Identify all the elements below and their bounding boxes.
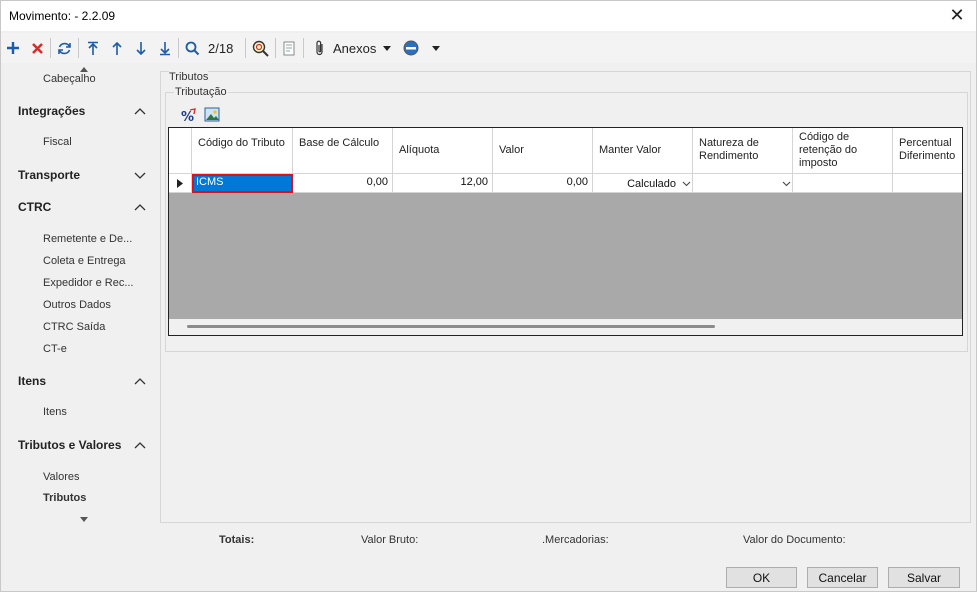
grid-toolbar: % [180, 106, 221, 125]
sidebar-group-tributos-valores[interactable]: Tributos e Valores [18, 438, 121, 452]
grid-header: Código do Tributo Base de Cálculo Alíquo… [169, 128, 962, 174]
title-bar: Movimento: - 2.2.09 ✕ [1, 1, 976, 31]
column-header-natureza[interactable]: Natureza de Rendimento [693, 128, 793, 174]
scrollbar-thumb[interactable] [187, 325, 715, 328]
sidebar-item-remetente[interactable]: Remetente e De... [43, 233, 132, 245]
sidebar-group-transporte[interactable]: Transporte [18, 168, 80, 182]
window-title: Movimento: - 2.2.09 [9, 9, 116, 23]
chevron-down-icon[interactable] [780, 178, 792, 189]
mercadorias-label: .Mercadorias: [542, 534, 609, 546]
subgroup-title: Tributação [174, 86, 228, 98]
dropdown-arrow-icon[interactable] [382, 38, 392, 58]
column-header-manter[interactable]: Manter Valor [593, 128, 693, 174]
save-button[interactable]: Salvar [888, 567, 960, 588]
row-indicator-icon [169, 174, 192, 193]
next-record-icon[interactable] [133, 38, 149, 58]
group-title: Tributos [169, 71, 209, 83]
cell-manter-combo[interactable]: Calculado [593, 174, 693, 193]
report-icon[interactable] [281, 38, 297, 58]
toolbar-separator [178, 38, 179, 58]
sidebar-group-itens[interactable]: Itens [18, 374, 46, 388]
sidebar-group-integracoes[interactable]: Integrações [18, 104, 85, 118]
cell-manter-value: Calculado [627, 177, 676, 190]
view-icon[interactable] [402, 38, 420, 58]
column-header-valor[interactable]: Valor [493, 128, 593, 174]
movimento-window: Movimento: - 2.2.09 ✕ 2/18 Anexos Cabeça… [0, 0, 977, 592]
sidebar-item-itens[interactable]: Itens [43, 406, 67, 418]
tributos-grid: Código do Tributo Base de Cálculo Alíquo… [168, 127, 963, 336]
image-icon[interactable] [204, 106, 221, 124]
toolbar-separator [50, 38, 51, 58]
toolbar-separator [78, 38, 79, 58]
column-header-base[interactable]: Base de Cálculo [293, 128, 393, 174]
column-header-percentual[interactable]: Percentual Diferimento [893, 128, 962, 174]
dropdown-arrow-icon[interactable] [431, 38, 441, 58]
horizontal-scrollbar[interactable] [169, 319, 962, 335]
sidebar-item-fiscal[interactable]: Fiscal [43, 136, 72, 148]
delete-icon[interactable] [29, 38, 45, 58]
scroll-down-icon[interactable] [80, 517, 88, 522]
chevron-up-icon[interactable] [134, 202, 146, 212]
sidebar-item-tributos[interactable]: Tributos [43, 492, 86, 504]
sidebar: Cabeçalho Integrações Fiscal Transporte … [1, 63, 159, 528]
toolbar: 2/18 Anexos [1, 33, 976, 63]
refresh-icon[interactable] [56, 38, 73, 58]
cell-codigo[interactable]: ICMS [192, 174, 293, 193]
valor-documento-label: Valor do Documento: [743, 534, 846, 546]
tributos-panel: Tributos Tributação % Código do Tributo … [160, 71, 971, 523]
chevron-up-icon[interactable] [134, 106, 146, 116]
chevron-down-icon[interactable] [680, 178, 692, 189]
cell-percentual[interactable] [893, 174, 962, 193]
chevron-down-icon[interactable] [134, 170, 146, 180]
valor-bruto-label: Valor Bruto: [361, 534, 419, 546]
cell-natureza-combo[interactable] [693, 174, 793, 193]
toolbar-separator [275, 38, 276, 58]
scroll-up-icon[interactable] [80, 67, 88, 72]
ok-button[interactable]: OK [726, 567, 797, 588]
totals-label: Totais: [219, 534, 255, 546]
last-record-icon[interactable] [157, 38, 173, 58]
sidebar-group-ctrc[interactable]: CTRC [18, 200, 51, 214]
cell-base[interactable]: 0,00 [293, 174, 393, 193]
first-record-icon[interactable] [85, 38, 101, 58]
sidebar-item-coleta[interactable]: Coleta e Entrega [43, 255, 126, 267]
cancel-button[interactable]: Cancelar [807, 567, 878, 588]
column-header-codigo[interactable]: Código do Tributo [192, 128, 293, 174]
chevron-up-icon[interactable] [134, 440, 146, 450]
table-row[interactable]: ICMS 0,00 12,00 0,00 Calculado [169, 174, 962, 193]
toolbar-separator [303, 38, 304, 58]
attachments-button[interactable]: Anexos [333, 41, 376, 56]
sidebar-item-cabecalho[interactable]: Cabeçalho [43, 73, 96, 85]
paperclip-icon[interactable] [313, 38, 327, 58]
column-header-retencao[interactable]: Código de retenção do imposto [793, 128, 893, 174]
cell-aliquota[interactable]: 12,00 [393, 174, 493, 193]
zoom-search-icon[interactable] [251, 38, 270, 58]
plus-icon[interactable] [5, 38, 21, 58]
window-scrollbar[interactable] [971, 63, 976, 533]
sidebar-item-expedidor[interactable]: Expedidor e Rec... [43, 277, 134, 289]
sidebar-item-outros-dados[interactable]: Outros Dados [43, 299, 111, 311]
close-icon[interactable]: ✕ [948, 6, 966, 24]
column-header-aliquota[interactable]: Alíquota [393, 128, 493, 174]
search-icon[interactable] [184, 38, 201, 58]
svg-text:%: % [181, 110, 194, 124]
sidebar-item-valores[interactable]: Valores [43, 471, 79, 483]
previous-record-icon[interactable] [109, 38, 125, 58]
tributacao-group: Tributação % Código do Tributo Base de C… [165, 86, 968, 352]
sidebar-item-ctrc-saida[interactable]: CTRC Saída [43, 321, 105, 333]
sidebar-item-cte[interactable]: CT-e [43, 343, 67, 355]
record-pager: 2/18 [208, 41, 234, 56]
toolbar-separator [245, 38, 246, 58]
percent-tax-icon[interactable]: % [180, 106, 198, 125]
cell-valor[interactable]: 0,00 [493, 174, 593, 193]
cell-retencao[interactable] [793, 174, 893, 193]
chevron-up-icon[interactable] [134, 376, 146, 386]
row-selector-header [169, 128, 192, 174]
